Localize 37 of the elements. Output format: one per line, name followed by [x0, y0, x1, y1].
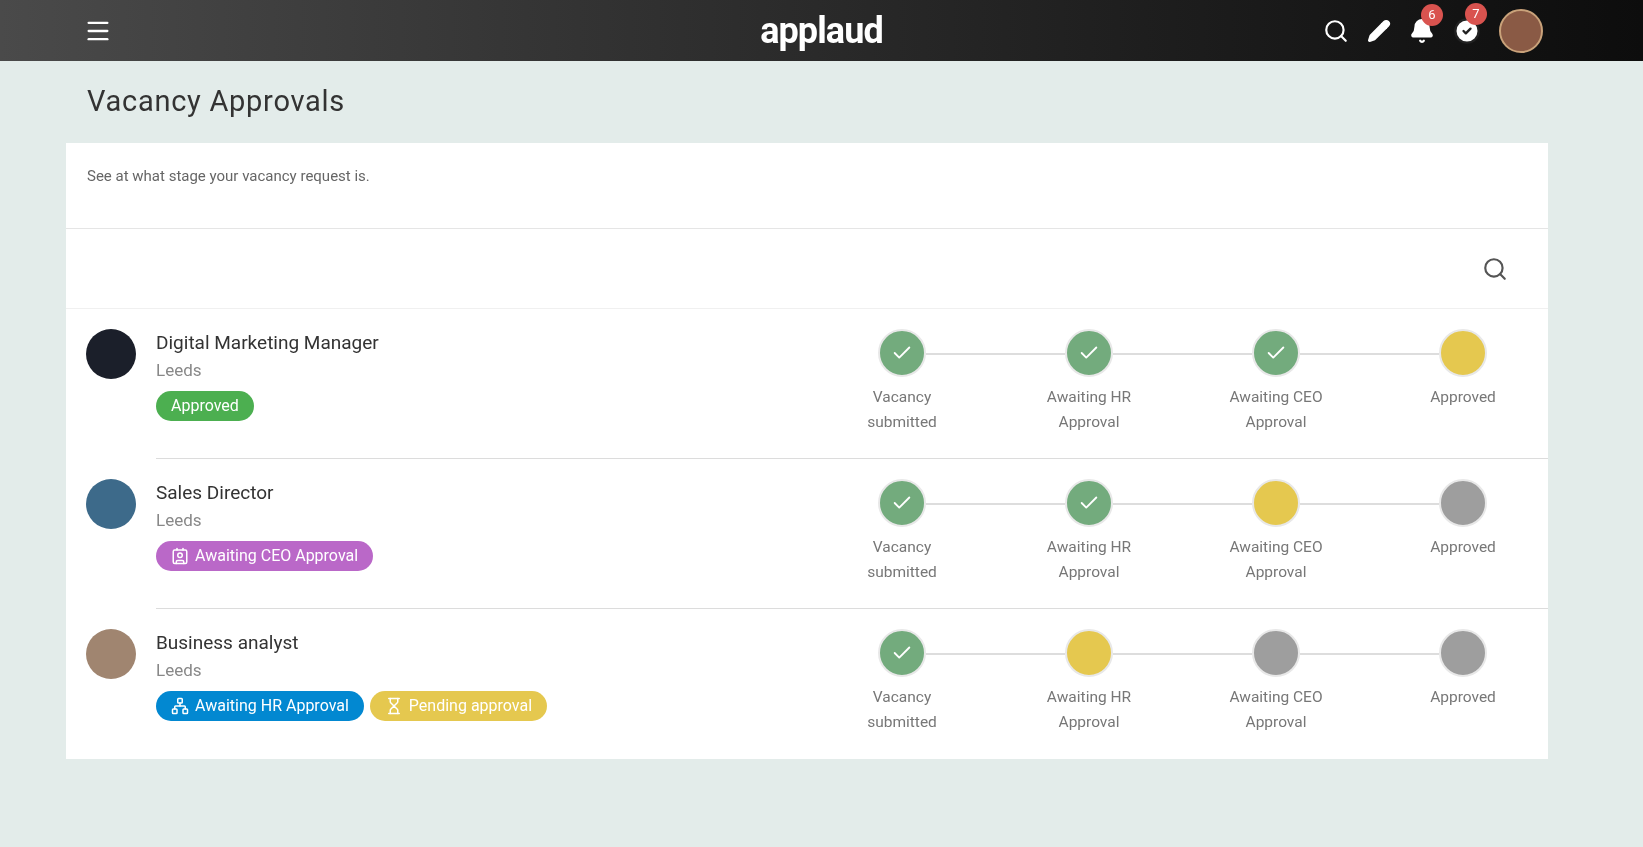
vacancy-photo — [86, 479, 136, 529]
page-title: Vacancy Approvals — [86, 83, 346, 120]
status-tag: Awaiting HR Approval — [156, 691, 364, 721]
step-label: Awaiting CEO Approval — [1228, 537, 1324, 583]
step-label: Approved — [1429, 537, 1497, 558]
vacancy-photo — [86, 329, 136, 379]
vacancy-location: Leeds — [156, 509, 203, 532]
step-label: Vacancy submitted — [866, 537, 938, 583]
notification-count: 6 — [1421, 3, 1443, 26]
step-label: Awaiting HR Approval — [1045, 687, 1133, 733]
vacancy-photo — [86, 629, 136, 679]
vacancy-title: Business analyst — [156, 630, 300, 656]
page-description: See at what stage your vacancy request is. — [66, 142, 1548, 229]
step-label: Approved — [1429, 687, 1497, 708]
pencil-icon[interactable] — [1367, 18, 1391, 43]
step-label: Vacancy submitted — [866, 387, 938, 433]
status-tag: Pending approval — [369, 691, 548, 721]
status-tag: Approved — [156, 391, 254, 421]
search-icon[interactable] — [1482, 255, 1508, 282]
search-icon[interactable] — [1323, 17, 1349, 44]
avatar[interactable] — [1499, 8, 1543, 53]
status-tag: Awaiting CEO Approval — [156, 541, 374, 571]
step-label: Awaiting HR Approval — [1045, 387, 1133, 433]
step-label: Vacancy submitted — [866, 687, 938, 733]
logo: applaud — [760, 8, 883, 54]
vacancy-location: Leeds — [156, 659, 203, 682]
task-count: 7 — [1465, 2, 1487, 25]
step-label: Awaiting CEO Approval — [1228, 387, 1324, 433]
step-label: Approved — [1429, 387, 1497, 408]
step-label: Awaiting CEO Approval — [1228, 687, 1324, 733]
hierarchy-icon — [171, 697, 189, 715]
vacancy-title: Sales Director — [156, 480, 275, 506]
contact-card-icon — [171, 547, 189, 565]
bell-icon[interactable] — [1409, 17, 1435, 44]
vacancy-title: Digital Marketing Manager — [156, 330, 380, 356]
vacancy-location: Leeds — [156, 359, 203, 382]
step-label: Awaiting HR Approval — [1045, 537, 1133, 583]
